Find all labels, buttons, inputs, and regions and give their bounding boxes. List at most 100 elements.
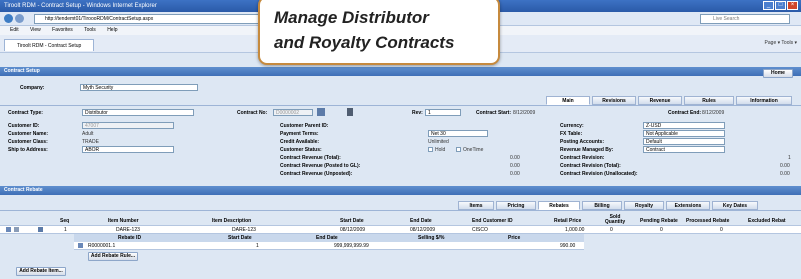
- close-icon[interactable]: ×: [787, 1, 798, 10]
- col-processed-rebate: Processed Rebate: [686, 218, 730, 224]
- tab-rules[interactable]: Rules: [684, 96, 734, 105]
- fx-table-select[interactable]: Not Applicable: [643, 130, 725, 137]
- home-button[interactable]: Home: [763, 69, 793, 78]
- tab-pricing[interactable]: Pricing: [496, 201, 536, 210]
- cell-customer: CISCO: [472, 227, 488, 233]
- contract-type-select[interactable]: Distributor: [82, 109, 194, 116]
- tab-revisions[interactable]: Revisions: [592, 96, 636, 105]
- cell-rebate-id: R0000001.1: [88, 243, 116, 249]
- revenue-posted-value: 0.00: [510, 163, 520, 169]
- col-excluded-rebate: Excluded Rebat: [748, 218, 786, 224]
- window-title: Tiroolt RDM - Contract Setup - Windows I…: [4, 3, 157, 9]
- tab-key-dates[interactable]: Key Dates: [712, 201, 758, 210]
- back-icon[interactable]: [4, 14, 13, 23]
- delete-icon[interactable]: [347, 108, 353, 116]
- tab-billing[interactable]: Billing: [582, 201, 622, 210]
- cell-rebate-start: 1: [256, 243, 259, 249]
- browser-tab[interactable]: Tiroolt RDM - Contract Setup: [4, 39, 95, 51]
- payment-terms-select[interactable]: Net 30: [428, 130, 488, 137]
- cell-processed: 0: [720, 227, 723, 233]
- col-seq: Seq: [60, 218, 70, 224]
- contract-type-label: Contract Type:: [8, 110, 43, 116]
- cell-rebate-price: 990.00: [560, 243, 576, 249]
- callout-line-1: Manage Distributor: [274, 8, 429, 27]
- posting-accounts-select[interactable]: Default: [643, 138, 725, 145]
- contract-no-input[interactable]: D0000002: [273, 109, 313, 116]
- menu-item-help[interactable]: Help: [107, 27, 117, 33]
- cell-start: 08/12/2009: [340, 227, 366, 233]
- cell-qty: 0: [610, 227, 613, 233]
- delete-row-icon[interactable]: [14, 227, 19, 232]
- rev-select[interactable]: 1: [425, 109, 461, 116]
- menu-item-edit[interactable]: Edit: [10, 27, 19, 33]
- tab-extensions[interactable]: Extensions: [666, 201, 710, 210]
- cell-desc: DARE-123: [232, 227, 256, 233]
- col-start-date: Start Date: [340, 218, 364, 224]
- contract-setup-header: Contract Setup: [0, 67, 801, 76]
- company-select[interactable]: Myth Security: [80, 84, 198, 91]
- maximize-icon[interactable]: □: [775, 1, 786, 10]
- col-item-number: Item Number: [108, 218, 139, 224]
- revenue-posted-label: Contract Revenue (Posted to GL):: [280, 163, 361, 169]
- tab-items[interactable]: Items: [458, 201, 494, 210]
- subcol-rebate-id: Rebate ID: [118, 235, 142, 241]
- save-icon[interactable]: [317, 108, 325, 116]
- contract-end-value[interactable]: 8/12/2009: [702, 110, 724, 116]
- col-pending-rebate: Pending Rebate: [640, 218, 678, 224]
- col-retail-price: Retail Price: [554, 218, 582, 224]
- col-sold-quantity: Sold Quantity: [604, 214, 626, 225]
- revision-total-value: 0.00: [780, 163, 790, 169]
- tab-royalty[interactable]: Royalty: [624, 201, 664, 210]
- tab-revenue[interactable]: Revenue: [638, 96, 682, 105]
- company-label: Company:: [20, 85, 45, 91]
- customer-name-label: Customer Name:: [8, 131, 49, 137]
- col-item-description: Item Description: [212, 218, 252, 224]
- cell-end: 08/12/2009: [410, 227, 436, 233]
- customer-id-input[interactable]: 47007: [82, 122, 174, 129]
- contract-start-label: Contract Start:: [476, 110, 512, 116]
- menu-item-view[interactable]: View: [30, 27, 41, 33]
- tab-information[interactable]: Information: [736, 96, 792, 105]
- cell-seq: 1: [64, 227, 67, 233]
- col-end-customer: End Customer ID: [472, 218, 513, 224]
- contract-no-label: Contract No:: [237, 110, 268, 116]
- callout-line-2: and Royalty Contracts: [274, 33, 455, 52]
- ship-to-label: Ship to Address:: [8, 147, 48, 153]
- currency-select[interactable]: Z-USD: [643, 122, 725, 129]
- col-end-date: End Date: [410, 218, 432, 224]
- add-rebate-item-button[interactable]: Add Rebate Item...: [16, 267, 66, 276]
- revenue-managed-select[interactable]: Contract: [643, 146, 725, 153]
- cell-item: DARE-123: [116, 227, 140, 233]
- posting-accounts-label: Posting Accounts:: [560, 139, 604, 145]
- credit-available-value: Unlimited: [428, 139, 449, 145]
- expand-icon[interactable]: [38, 227, 43, 232]
- menu-item-favorites[interactable]: Favorites: [52, 27, 73, 33]
- forward-icon[interactable]: [15, 14, 24, 23]
- add-rebate-rule-button[interactable]: Add Rebate Rule...: [88, 252, 138, 261]
- revenue-total-label: Contract Revenue (Total):: [280, 155, 341, 161]
- edit-rule-icon[interactable]: [78, 243, 83, 248]
- ship-to-select[interactable]: ABOR: [82, 146, 174, 153]
- cell-pending: 0: [660, 227, 663, 233]
- browser-tools[interactable]: Page ▾ Tools ▾: [765, 40, 797, 46]
- edit-icon[interactable]: [6, 227, 11, 232]
- hold-checkbox[interactable]: Hold: [428, 147, 445, 153]
- tab-rebates[interactable]: Rebates: [538, 201, 580, 210]
- cell-price: 1,000.00: [565, 227, 585, 233]
- contract-revision-value: 1: [788, 155, 791, 161]
- divider: [0, 105, 801, 106]
- contract-revision-label: Contract Revision:: [560, 155, 605, 161]
- sub-table-row[interactable]: [74, 242, 584, 250]
- contract-start-value[interactable]: 8/12/2009: [513, 110, 535, 116]
- customer-class-label: Customer Class:: [8, 139, 48, 145]
- customer-id-label: Customer ID:: [8, 123, 40, 129]
- divider: [0, 210, 801, 211]
- revenue-total-value: 0.00: [510, 155, 520, 161]
- minimize-icon[interactable]: _: [763, 1, 774, 10]
- onetime-checkbox[interactable]: OneTime: [456, 147, 483, 153]
- tab-main[interactable]: Main: [546, 96, 590, 105]
- customer-name-value: Adult: [82, 131, 94, 137]
- search-input[interactable]: Live Search: [700, 14, 790, 24]
- menu-item-tools[interactable]: Tools: [84, 27, 96, 33]
- revenue-unposted-value: 0.00: [510, 171, 520, 177]
